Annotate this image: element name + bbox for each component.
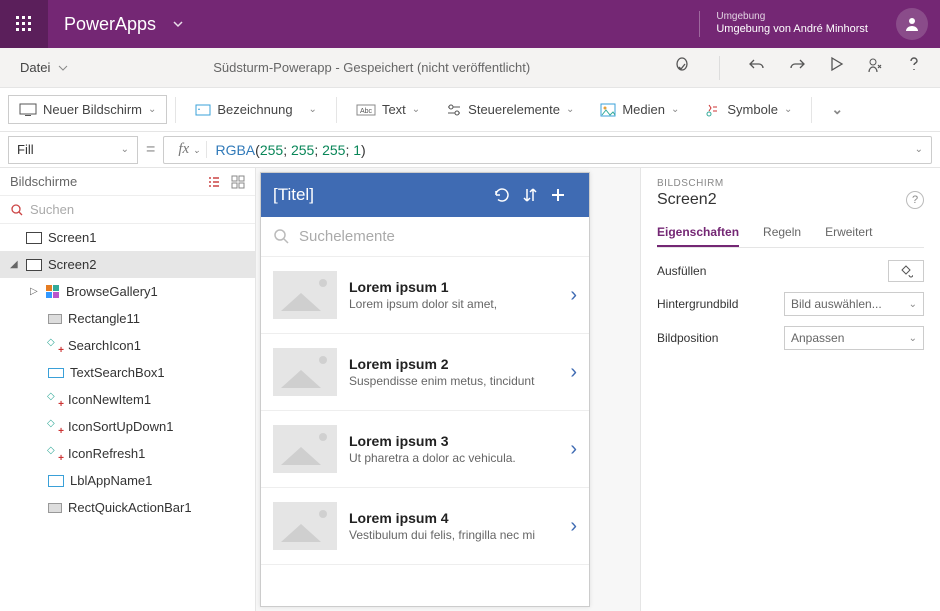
chevron-right-icon: › (570, 438, 577, 461)
add-icon[interactable] (549, 186, 577, 204)
tab-advanced[interactable]: Erweitert (825, 219, 872, 247)
screen-search[interactable]: Suchelemente (261, 217, 589, 257)
new-screen-button[interactable]: Neuer Bildschirm ⌄ (8, 95, 167, 124)
media-dropdown[interactable]: Medien ⌄ (589, 95, 690, 124)
search-icon (273, 228, 291, 246)
gallery-item[interactable]: Lorem ipsum 4Vestibulum dui felis, fring… (261, 488, 589, 565)
item-thumbnail (273, 425, 337, 473)
undo-icon[interactable] (748, 56, 766, 80)
screen-title: [Titel] (273, 185, 314, 205)
controls-dropdown[interactable]: Steuerelemente ⌄ (435, 95, 585, 124)
user-avatar[interactable] (896, 8, 928, 40)
fx-icon: fx ⌄ (172, 141, 207, 158)
image-icon (600, 103, 616, 117)
tree-node-browsegallery[interactable]: ▷BrowseGallery1 (0, 278, 255, 305)
prop-imgpos-label: Bildposition (657, 331, 718, 345)
symbols-icon (705, 103, 721, 117)
tree-node-searchicon[interactable]: SearchIcon1 (0, 332, 255, 359)
item-thumbnail (273, 348, 337, 396)
tree-search[interactable]: Suchen (0, 196, 255, 224)
brand-label: PowerApps (48, 14, 164, 35)
tree-node-rectquickaction[interactable]: RectQuickActionBar1 (0, 494, 255, 521)
canvas-screen[interactable]: [Titel] Suchelemente Lorem ipsum 1Lorem … (260, 172, 590, 607)
props-section-label: BILDSCHIRM (657, 178, 924, 189)
tree-grid-view-icon[interactable] (231, 175, 245, 189)
tree-node-textsearchbox[interactable]: TextSearchBox1 (0, 359, 255, 386)
equals-label: = (146, 141, 155, 159)
props-help-icon[interactable]: ? (906, 191, 924, 209)
text-icon: Abc (356, 103, 376, 117)
prop-bgimg-select[interactable]: Bild auswählen...⌄ (784, 292, 924, 316)
prop-fill-label: Ausfüllen (657, 264, 706, 278)
tree-node-iconnewitem[interactable]: IconNewItem1 (0, 386, 255, 413)
brand-chevron-icon[interactable] (172, 18, 184, 30)
chevron-right-icon: › (570, 515, 577, 538)
tab-rules[interactable]: Regeln (763, 219, 801, 247)
redo-icon[interactable] (788, 56, 806, 80)
formula-input[interactable]: fx ⌄ RGBA(255; 255; 255; 1) ⌄ (163, 136, 932, 164)
tree-node-screen1[interactable]: Screen1 (0, 224, 255, 251)
property-selector[interactable]: Fill ⌄ (8, 136, 138, 164)
formula-expand-icon[interactable]: ⌄ (915, 144, 923, 155)
tree-title: Bildschirme (10, 174, 77, 189)
tree-list-view-icon[interactable] (207, 175, 221, 189)
symbols-dropdown[interactable]: Symbole ⌄ (694, 95, 803, 124)
label-control-button[interactable]: Bezeichnung ⌄ (184, 95, 328, 124)
app-launcher[interactable] (0, 0, 48, 48)
tree-node-lblappname[interactable]: LblAppName1 (0, 467, 255, 494)
chevron-down-icon (58, 63, 68, 73)
env-value: Umgebung von André Minhorst (716, 23, 868, 36)
slider-icon (446, 103, 462, 117)
prop-bgimg-label: Hintergrundbild (657, 297, 738, 311)
document-title: Südsturm-Powerapp - Gespeichert (nicht v… (88, 60, 655, 75)
sort-icon[interactable] (521, 186, 549, 204)
item-thumbnail (273, 502, 337, 550)
gallery-item[interactable]: Lorem ipsum 1Lorem ipsum dolor sit amet,… (261, 257, 589, 334)
checker-icon[interactable] (673, 56, 691, 80)
play-icon[interactable] (828, 56, 844, 80)
tab-properties[interactable]: Eigenschaften (657, 219, 739, 247)
svg-text:Abc: Abc (360, 108, 373, 115)
tree-node-screen2[interactable]: ◢Screen2 (0, 251, 255, 278)
label-icon (195, 103, 211, 117)
gallery-item[interactable]: Lorem ipsum 3Ut pharetra a dolor ac vehi… (261, 411, 589, 488)
help-icon[interactable] (906, 56, 922, 80)
overflow-button[interactable]: ⌄ (820, 94, 854, 125)
refresh-icon[interactable] (493, 186, 521, 204)
gallery-item[interactable]: Lorem ipsum 2Suspendisse enim metus, tin… (261, 334, 589, 411)
share-icon[interactable] (866, 56, 884, 80)
tree-node-iconsortupdown[interactable]: IconSortUpDown1 (0, 413, 255, 440)
chevron-right-icon: › (570, 361, 577, 384)
environment-display[interactable]: Umgebung Umgebung von André Minhorst (699, 11, 884, 36)
file-menu[interactable]: Datei (0, 60, 88, 75)
item-thumbnail (273, 271, 337, 319)
chevron-right-icon: › (570, 284, 577, 307)
prop-fill-swatch[interactable] (888, 260, 924, 282)
prop-imgpos-select[interactable]: Anpassen⌄ (784, 326, 924, 350)
tree-node-rectangle[interactable]: Rectangle11 (0, 305, 255, 332)
search-icon (10, 203, 24, 217)
text-dropdown[interactable]: Abc Text ⌄ (345, 95, 431, 124)
screen-icon (19, 103, 37, 117)
tree-node-iconrefresh[interactable]: IconRefresh1 (0, 440, 255, 467)
props-title: Screen2 (657, 191, 717, 209)
env-label: Umgebung (716, 11, 868, 23)
